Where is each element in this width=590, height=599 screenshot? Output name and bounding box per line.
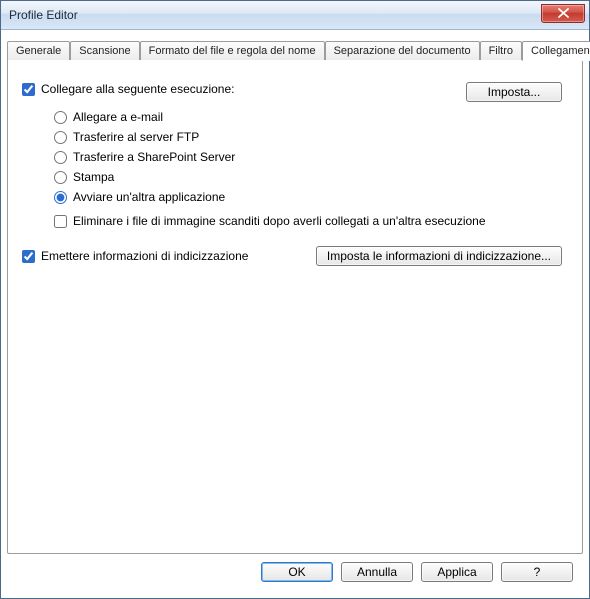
emit-index-settings-button[interactable]: Imposta le informazioni di indicizzazion…: [316, 246, 562, 266]
dialog-button-row: OK Annulla Applica ?: [7, 554, 583, 592]
window-title: Profile Editor: [9, 8, 541, 22]
tab-label: Filtro: [489, 45, 513, 57]
delete-files-checkbox-input[interactable]: [54, 215, 67, 228]
radio-sharepoint-input[interactable]: [54, 151, 67, 164]
link-checkbox[interactable]: Collegare alla seguente esecuzione:: [22, 82, 234, 96]
radio-print[interactable]: Stampa: [54, 170, 568, 184]
close-icon: [558, 8, 569, 18]
delete-files-checkbox-label: Eliminare i file di immagine scanditi do…: [73, 214, 486, 228]
tab-collegamento[interactable]: Collegamento: [522, 41, 590, 61]
imposta-button[interactable]: Imposta...: [466, 82, 562, 102]
radio-label: Stampa: [73, 170, 114, 184]
tab-label: Formato del file e regola del nome: [149, 45, 316, 57]
radio-ftp-input[interactable]: [54, 131, 67, 144]
link-radio-group: Allegare a e-mail Trasferire al server F…: [54, 110, 568, 204]
tab-filtro[interactable]: Filtro: [480, 41, 522, 60]
titlebar: Profile Editor: [1, 1, 589, 30]
apply-button[interactable]: Applica: [421, 562, 493, 582]
emit-index-checkbox-label: Emettere informazioni di indicizzazione: [41, 249, 248, 263]
tab-label: Scansione: [79, 45, 130, 57]
radio-attach-email-input[interactable]: [54, 111, 67, 124]
tab-label: Separazione del documento: [334, 45, 471, 57]
client-area: Generale Scansione Formato del file e re…: [1, 30, 589, 598]
radio-ftp[interactable]: Trasferire al server FTP: [54, 130, 568, 144]
tab-separazione[interactable]: Separazione del documento: [325, 41, 480, 60]
radio-print-input[interactable]: [54, 171, 67, 184]
tab-label: Collegamento: [531, 45, 590, 57]
radio-label: Trasferire a SharePoint Server: [73, 150, 235, 164]
radio-attach-email[interactable]: Allegare a e-mail: [54, 110, 568, 124]
ok-button[interactable]: OK: [261, 562, 333, 582]
emit-index-checkbox-input[interactable]: [22, 250, 35, 263]
radio-label: Avviare un'altra applicazione: [73, 190, 225, 204]
tab-scansione[interactable]: Scansione: [70, 41, 139, 60]
cancel-button[interactable]: Annulla: [341, 562, 413, 582]
radio-launch-app[interactable]: Avviare un'altra applicazione: [54, 190, 568, 204]
link-checkbox-input[interactable]: [22, 83, 35, 96]
link-checkbox-label: Collegare alla seguente esecuzione:: [41, 82, 234, 96]
tab-formato[interactable]: Formato del file e regola del nome: [140, 41, 325, 60]
emit-index-section: Emettere informazioni di indicizzazione …: [22, 246, 568, 266]
radio-label: Trasferire al server FTP: [73, 130, 199, 144]
delete-files-checkbox[interactable]: Eliminare i file di immagine scanditi do…: [54, 214, 568, 228]
radio-launch-app-input[interactable]: [54, 191, 67, 204]
tab-generale[interactable]: Generale: [7, 41, 70, 60]
help-button[interactable]: ?: [501, 562, 573, 582]
tab-strip: Generale Scansione Formato del file e re…: [7, 38, 583, 60]
radio-label: Allegare a e-mail: [73, 110, 163, 124]
profile-editor-window: Profile Editor Generale Scansione Format…: [0, 0, 590, 599]
radio-sharepoint[interactable]: Trasferire a SharePoint Server: [54, 150, 568, 164]
close-button[interactable]: [541, 4, 585, 23]
link-section-header: Collegare alla seguente esecuzione: Impo…: [22, 82, 568, 102]
tab-label: Generale: [16, 45, 61, 57]
tab-panel-collegamento: Collegare alla seguente esecuzione: Impo…: [7, 59, 583, 554]
emit-index-checkbox[interactable]: Emettere informazioni di indicizzazione: [22, 249, 248, 263]
